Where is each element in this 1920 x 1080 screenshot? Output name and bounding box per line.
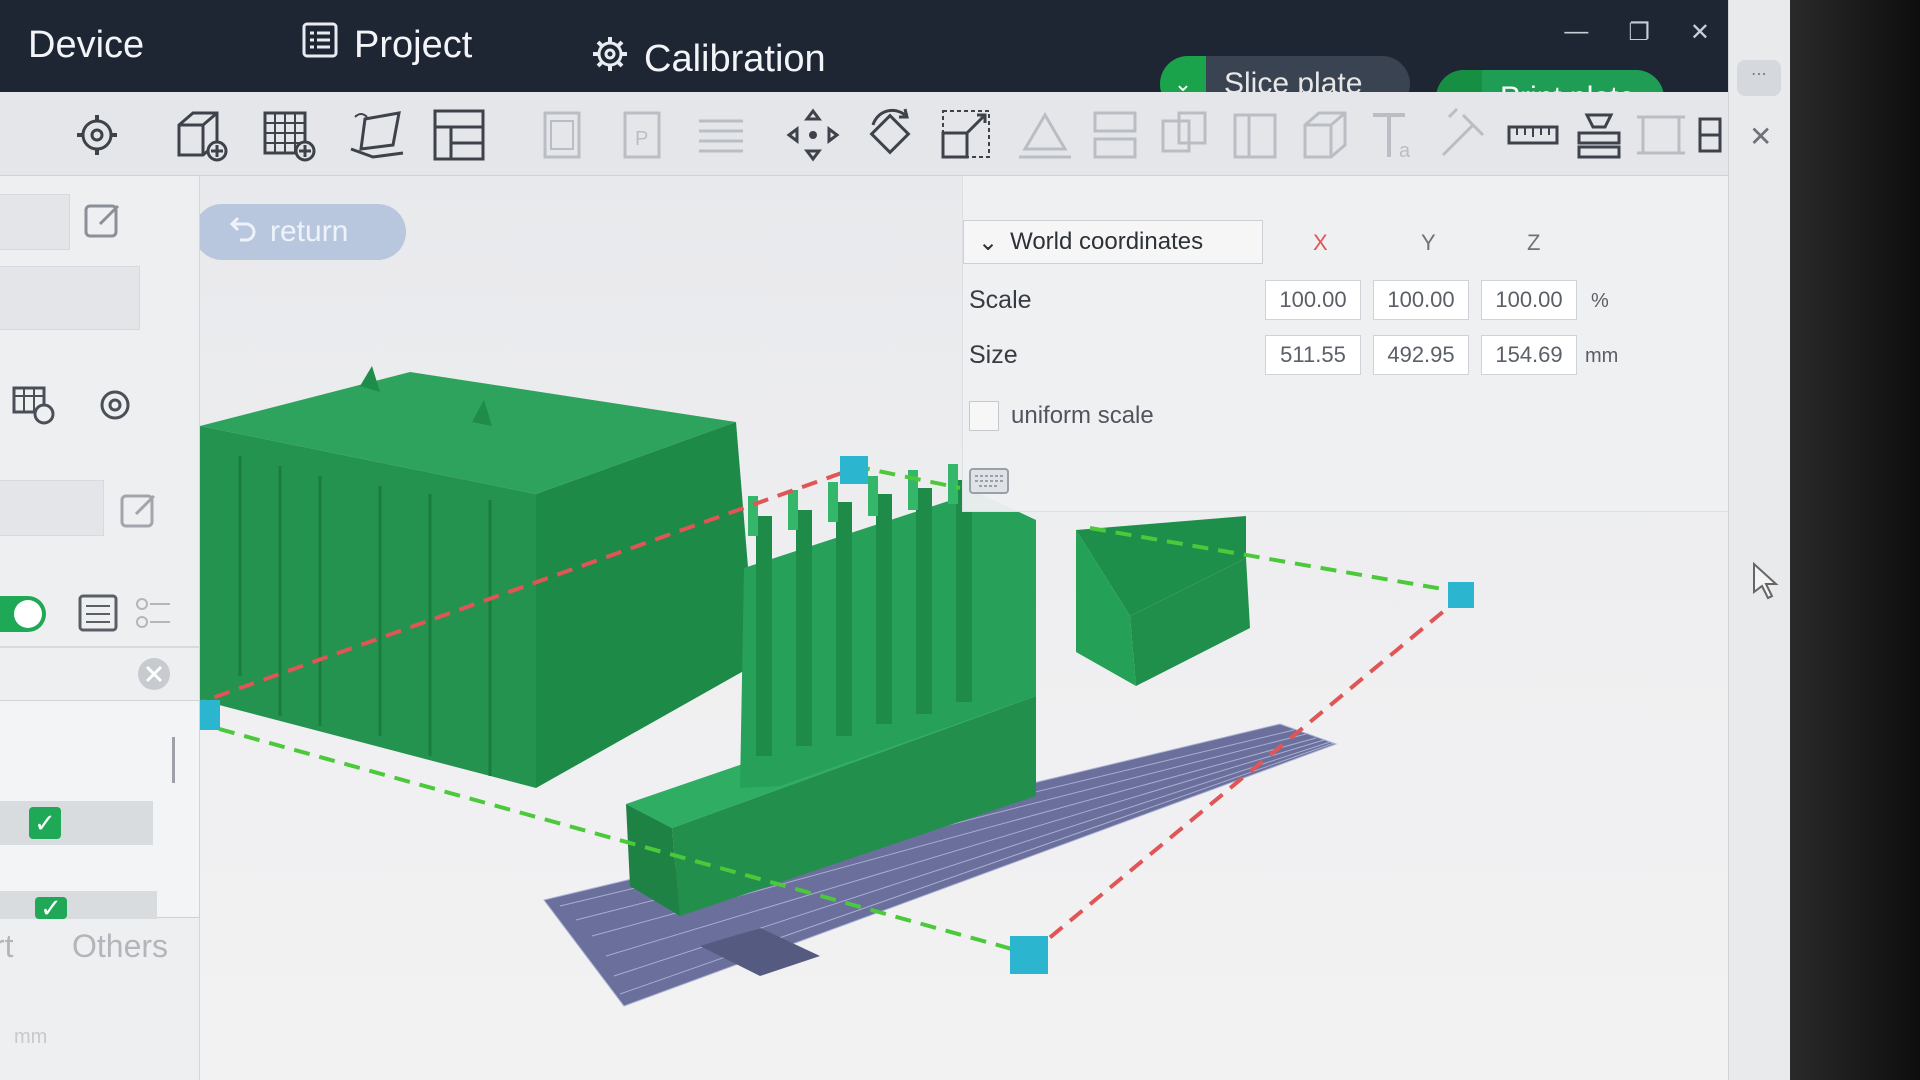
- lay-flat-icon[interactable]: [1012, 102, 1078, 168]
- size-y-input[interactable]: 492.95: [1373, 335, 1469, 375]
- rotate-icon[interactable]: [858, 102, 924, 168]
- model-large-box: [200, 366, 756, 788]
- title-bar: Device Project Calibration — ❐ ✕ ⌄ Slice…: [0, 0, 1730, 126]
- scale-label: Scale: [969, 286, 1032, 314]
- left-panel: ✓ ✓ rt Others mm: [0, 176, 200, 1080]
- tab-support[interactable]: rt: [0, 928, 14, 965]
- coordinate-system-select[interactable]: ⌄ World coordinates: [963, 220, 1263, 264]
- list-item[interactable]: ✓: [0, 891, 157, 921]
- coordinate-mode-value: World coordinates: [1010, 228, 1204, 255]
- seam-icon[interactable]: [1430, 102, 1496, 168]
- size-unit: mm: [1585, 345, 1619, 367]
- filament-field[interactable]: [0, 266, 140, 330]
- axis-z-label: Z: [1527, 230, 1541, 255]
- paste-icon[interactable]: P: [610, 102, 676, 168]
- axis-y-label: Y: [1421, 230, 1436, 255]
- check-icon[interactable]: ✓: [29, 807, 61, 839]
- model-right-part: [1076, 516, 1250, 686]
- edit-icon[interactable]: [116, 488, 162, 534]
- split-icon[interactable]: [1152, 102, 1218, 168]
- check-icon[interactable]: ✓: [35, 895, 67, 921]
- text-icon[interactable]: a: [1362, 102, 1428, 168]
- plate-settings-icon[interactable]: [10, 382, 56, 428]
- unit-label: mm: [14, 1026, 48, 1048]
- transform-panel: ⌄ World coordinates X Y Z Scale 100.00 1…: [962, 176, 1730, 512]
- keyboard-icon[interactable]: [969, 468, 1009, 494]
- preset-field[interactable]: [0, 194, 70, 250]
- scale-y-input[interactable]: 100.00: [1373, 280, 1469, 320]
- toolbar: P a: [0, 92, 1730, 176]
- scale-unit: %: [1591, 290, 1609, 312]
- object-list: ✓ ✓: [0, 700, 200, 921]
- arrange-icon[interactable]: [426, 102, 492, 168]
- monitor-bezel: [1790, 0, 1920, 1080]
- tab-device[interactable]: Device: [28, 16, 144, 74]
- scale-z-input[interactable]: 100.00: [1481, 280, 1577, 320]
- tab-device-label: Device: [28, 23, 145, 66]
- chevron-down-icon: ⌄: [978, 228, 999, 256]
- uniform-scale-checkbox[interactable]: [969, 401, 999, 431]
- maximize-icon[interactable]: ❐: [1628, 18, 1650, 47]
- list-item[interactable]: ✓: [0, 801, 153, 845]
- menu-pill[interactable]: ⋯: [1737, 60, 1781, 96]
- secondary-window-edge: ⋯ ✕: [1728, 0, 1790, 1080]
- divider: [0, 646, 200, 648]
- frame-icon[interactable]: [1628, 102, 1694, 168]
- list-icon[interactable]: [76, 590, 122, 636]
- close-icon[interactable]: ✕: [1690, 18, 1710, 47]
- measure-icon[interactable]: [1500, 102, 1566, 168]
- assembly-icon[interactable]: [1566, 102, 1632, 168]
- more-icon[interactable]: [1690, 102, 1730, 168]
- window-controls: — ❐ ✕: [1564, 18, 1710, 47]
- add-cube-icon[interactable]: [168, 102, 234, 168]
- support-icon[interactable]: [1292, 102, 1358, 168]
- cut-icon[interactable]: [1082, 102, 1148, 168]
- svg-text:a: a: [1399, 140, 1411, 162]
- scale-icon[interactable]: [934, 102, 1000, 168]
- move-icon[interactable]: [780, 102, 846, 168]
- tab-calibration[interactable]: Calibration: [590, 30, 826, 88]
- list-scrollbar[interactable]: [172, 737, 175, 783]
- svg-text:P: P: [635, 128, 648, 150]
- orient-icon[interactable]: [344, 102, 410, 168]
- tab-project[interactable]: Project: [300, 16, 472, 74]
- minimize-icon[interactable]: —: [1564, 18, 1588, 47]
- layers-icon[interactable]: [688, 102, 754, 168]
- copy-icon[interactable]: [530, 102, 596, 168]
- advanced-toggle[interactable]: [0, 596, 46, 632]
- clear-search-icon[interactable]: [134, 654, 174, 694]
- close-icon[interactable]: ✕: [1749, 120, 1772, 153]
- axis-x-label: X: [1313, 230, 1328, 255]
- edit-icon[interactable]: [80, 198, 126, 244]
- add-plate-icon[interactable]: [256, 102, 322, 168]
- process-field[interactable]: [0, 480, 104, 536]
- scale-x-input[interactable]: 100.00: [1265, 280, 1361, 320]
- screen: Device Project Calibration — ❐ ✕ ⌄ Slice…: [0, 0, 1920, 1080]
- tab-calibration-label: Calibration: [644, 37, 826, 80]
- return-label: return: [270, 215, 349, 248]
- size-label: Size: [969, 341, 1018, 369]
- compare-icon[interactable]: [130, 590, 176, 636]
- gear-icon[interactable]: [92, 382, 138, 428]
- list-icon: [300, 20, 340, 70]
- mouse-pointer-icon: [1753, 561, 1779, 600]
- boolean-icon[interactable]: [1222, 102, 1288, 168]
- uniform-scale-label: uniform scale: [1011, 402, 1154, 429]
- gear-icon: [590, 34, 630, 84]
- undo-arrow-icon: [228, 214, 258, 250]
- size-x-input[interactable]: 511.55: [1265, 335, 1361, 375]
- size-z-input[interactable]: 154.69: [1481, 335, 1577, 375]
- tab-project-label: Project: [354, 23, 473, 66]
- settings-gear-icon[interactable]: [64, 102, 130, 168]
- tab-others[interactable]: Others: [72, 928, 168, 965]
- return-button[interactable]: return: [200, 204, 406, 260]
- 3d-viewport[interactable]: return ⌄ World coordinates X Y Z Scale 1…: [200, 176, 1730, 1080]
